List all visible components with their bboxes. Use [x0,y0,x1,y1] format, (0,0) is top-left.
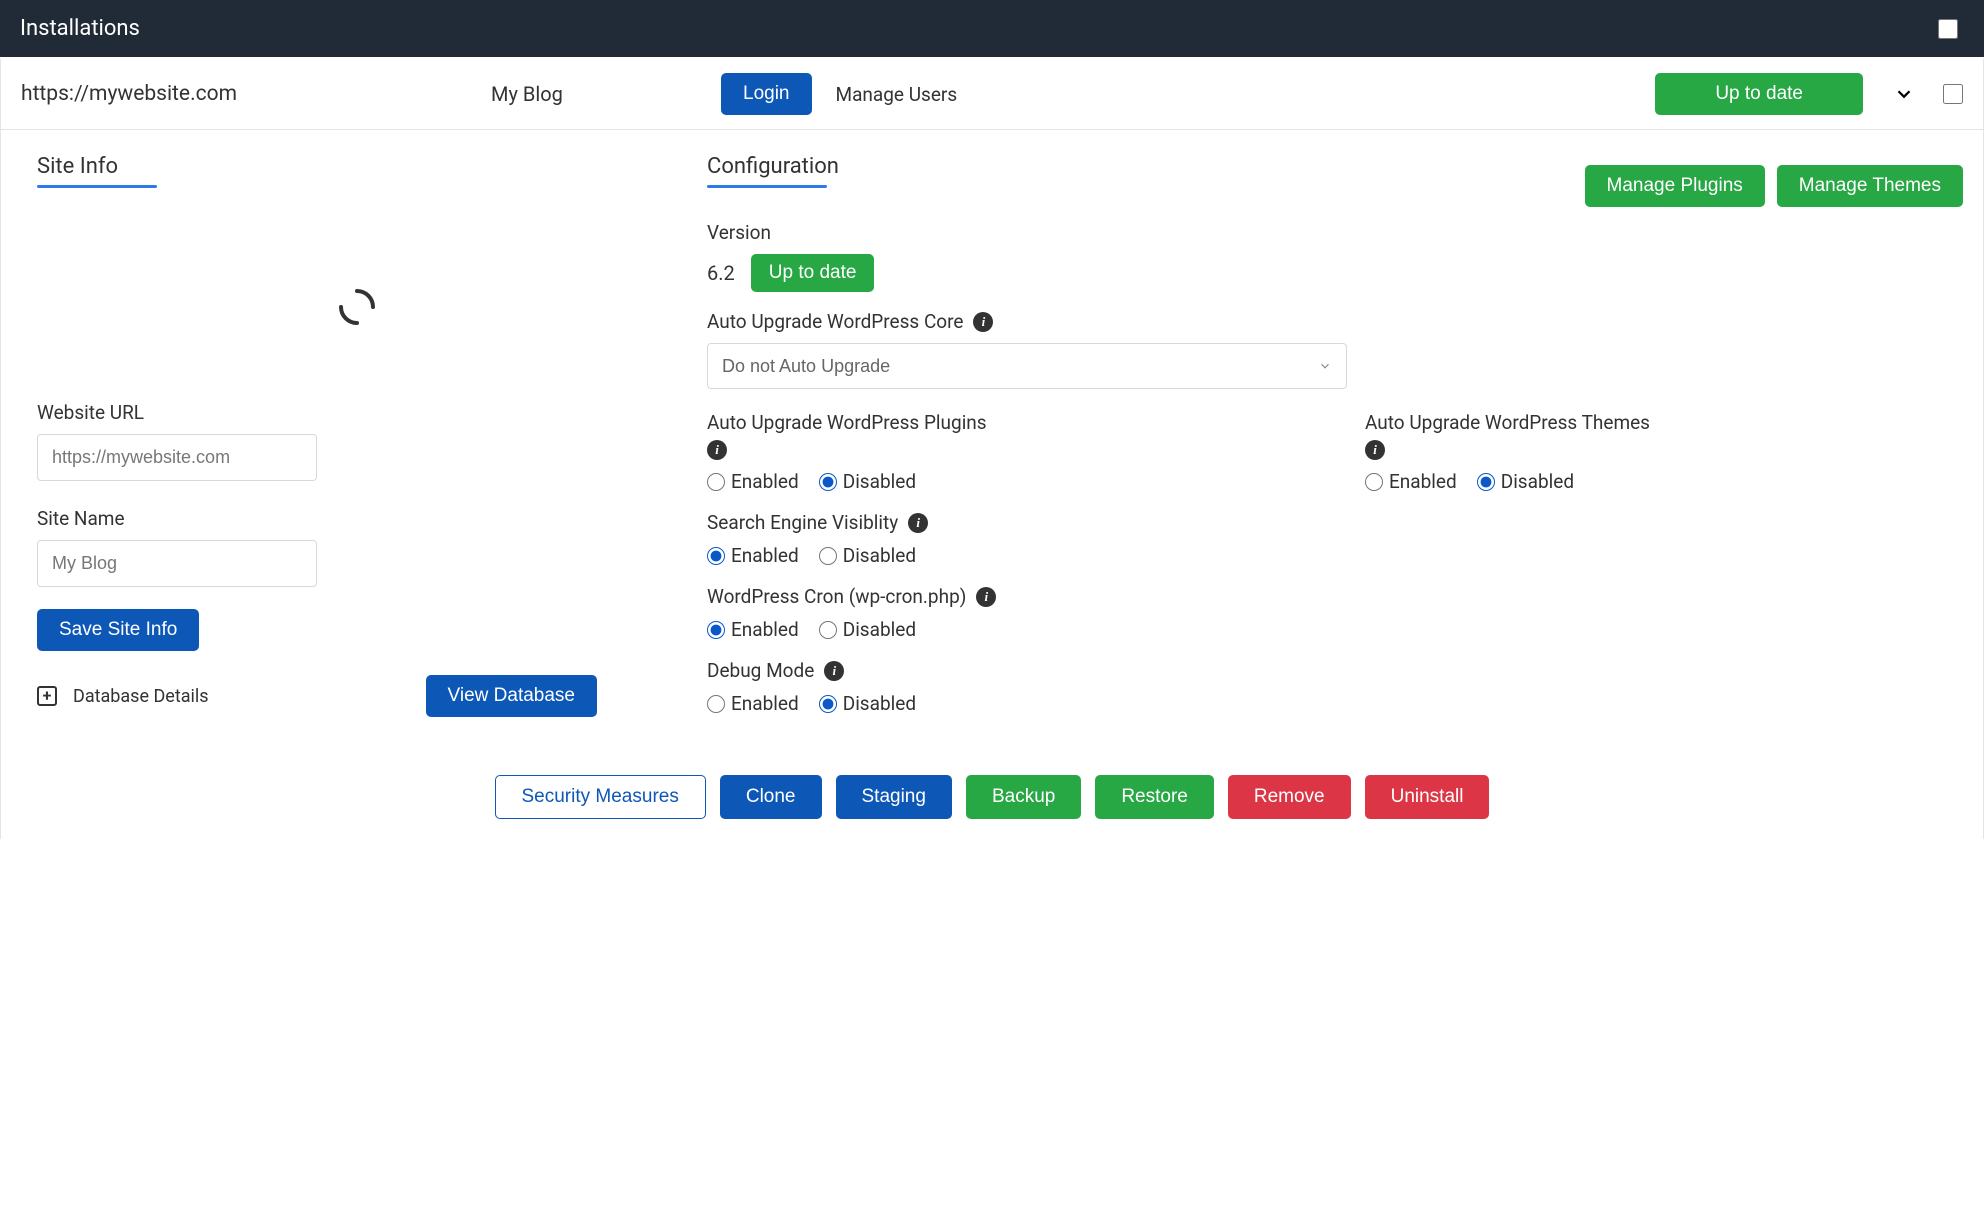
debug-disabled-radio[interactable]: Disabled [819,692,916,715]
website-url-input[interactable] [37,434,317,481]
installation-body: Site Info Website URL Site Name Save Sit… [0,130,1984,749]
cron-disabled-radio[interactable]: Disabled [819,618,916,641]
search-engine-label: Search Engine Visiblity [707,511,898,534]
version-status-badge[interactable]: Up to date [751,254,875,292]
installation-url[interactable]: https://mywebsite.com [21,82,461,106]
search-disabled-radio[interactable]: Disabled [819,544,916,567]
database-details-toggle[interactable]: + Database Details [37,686,209,707]
wp-cron-label: WordPress Cron (wp-cron.php) [707,585,966,608]
status-badge[interactable]: Up to date [1655,73,1863,115]
info-icon[interactable]: i [908,513,928,533]
expand-icon[interactable] [1891,81,1917,107]
website-url-label: Website URL [37,401,677,424]
staging-button[interactable]: Staging [836,775,952,819]
auto-upgrade-core-select[interactable]: Do not Auto Upgrade [707,343,1347,389]
cron-enabled-radio[interactable]: Enabled [707,618,799,641]
login-button[interactable]: Login [721,73,812,115]
uninstall-button[interactable]: Uninstall [1365,775,1490,819]
action-footer: Security Measures Clone Staging Backup R… [0,749,1984,839]
restore-button[interactable]: Restore [1095,775,1214,819]
view-database-button[interactable]: View Database [426,675,597,717]
installation-name: My Blog [491,82,691,106]
installation-row: https://mywebsite.com My Blog Login Mana… [0,59,1984,130]
auto-upgrade-plugins-label: Auto Upgrade WordPress Plugins [707,411,987,434]
debug-enabled-radio[interactable]: Enabled [707,692,799,715]
info-icon[interactable]: i [976,587,996,607]
select-all-checkbox[interactable] [1938,19,1958,39]
site-info-title: Site Info [37,154,677,179]
version-label: Version [707,221,1963,244]
auto-upgrade-core-label: Auto Upgrade WordPress Core [707,310,963,333]
save-site-info-button[interactable]: Save Site Info [37,609,199,651]
themes-enabled-radio[interactable]: Enabled [1365,470,1457,493]
manage-plugins-button[interactable]: Manage Plugins [1585,165,1765,207]
auto-upgrade-themes-label: Auto Upgrade WordPress Themes [1365,411,1650,434]
security-measures-button[interactable]: Security Measures [495,775,706,819]
configuration-section: Configuration Manage Plugins Manage Them… [707,154,1963,733]
plugins-enabled-radio[interactable]: Enabled [707,470,799,493]
underline-decor [37,185,157,188]
plugins-disabled-radio[interactable]: Disabled [819,470,916,493]
site-name-label: Site Name [37,507,677,530]
site-name-input[interactable] [37,540,317,587]
configuration-title: Configuration [707,154,839,179]
info-icon[interactable]: i [1365,440,1385,460]
search-enabled-radio[interactable]: Enabled [707,544,799,567]
installation-actions: Login Manage Users Up to date [721,73,1963,115]
themes-disabled-radio[interactable]: Disabled [1477,470,1574,493]
backup-button[interactable]: Backup [966,775,1081,819]
remove-button[interactable]: Remove [1228,775,1351,819]
database-details-label: Database Details [73,686,209,707]
site-preview-loading [37,217,677,397]
select-row-checkbox[interactable] [1943,84,1963,104]
info-icon[interactable]: i [973,312,993,332]
version-value: 6.2 [707,261,735,285]
info-icon[interactable]: i [707,440,727,460]
plus-icon: + [37,686,57,706]
site-info-section: Site Info Website URL Site Name Save Sit… [37,154,677,733]
installations-header: Installations [0,0,1984,57]
underline-decor [707,185,827,188]
spinner-icon [337,287,377,327]
page-title: Installations [20,16,140,41]
clone-button[interactable]: Clone [720,775,822,819]
info-icon[interactable]: i [824,661,844,681]
manage-themes-button[interactable]: Manage Themes [1777,165,1963,207]
debug-mode-label: Debug Mode [707,659,814,682]
manage-users-link[interactable]: Manage Users [828,79,966,110]
